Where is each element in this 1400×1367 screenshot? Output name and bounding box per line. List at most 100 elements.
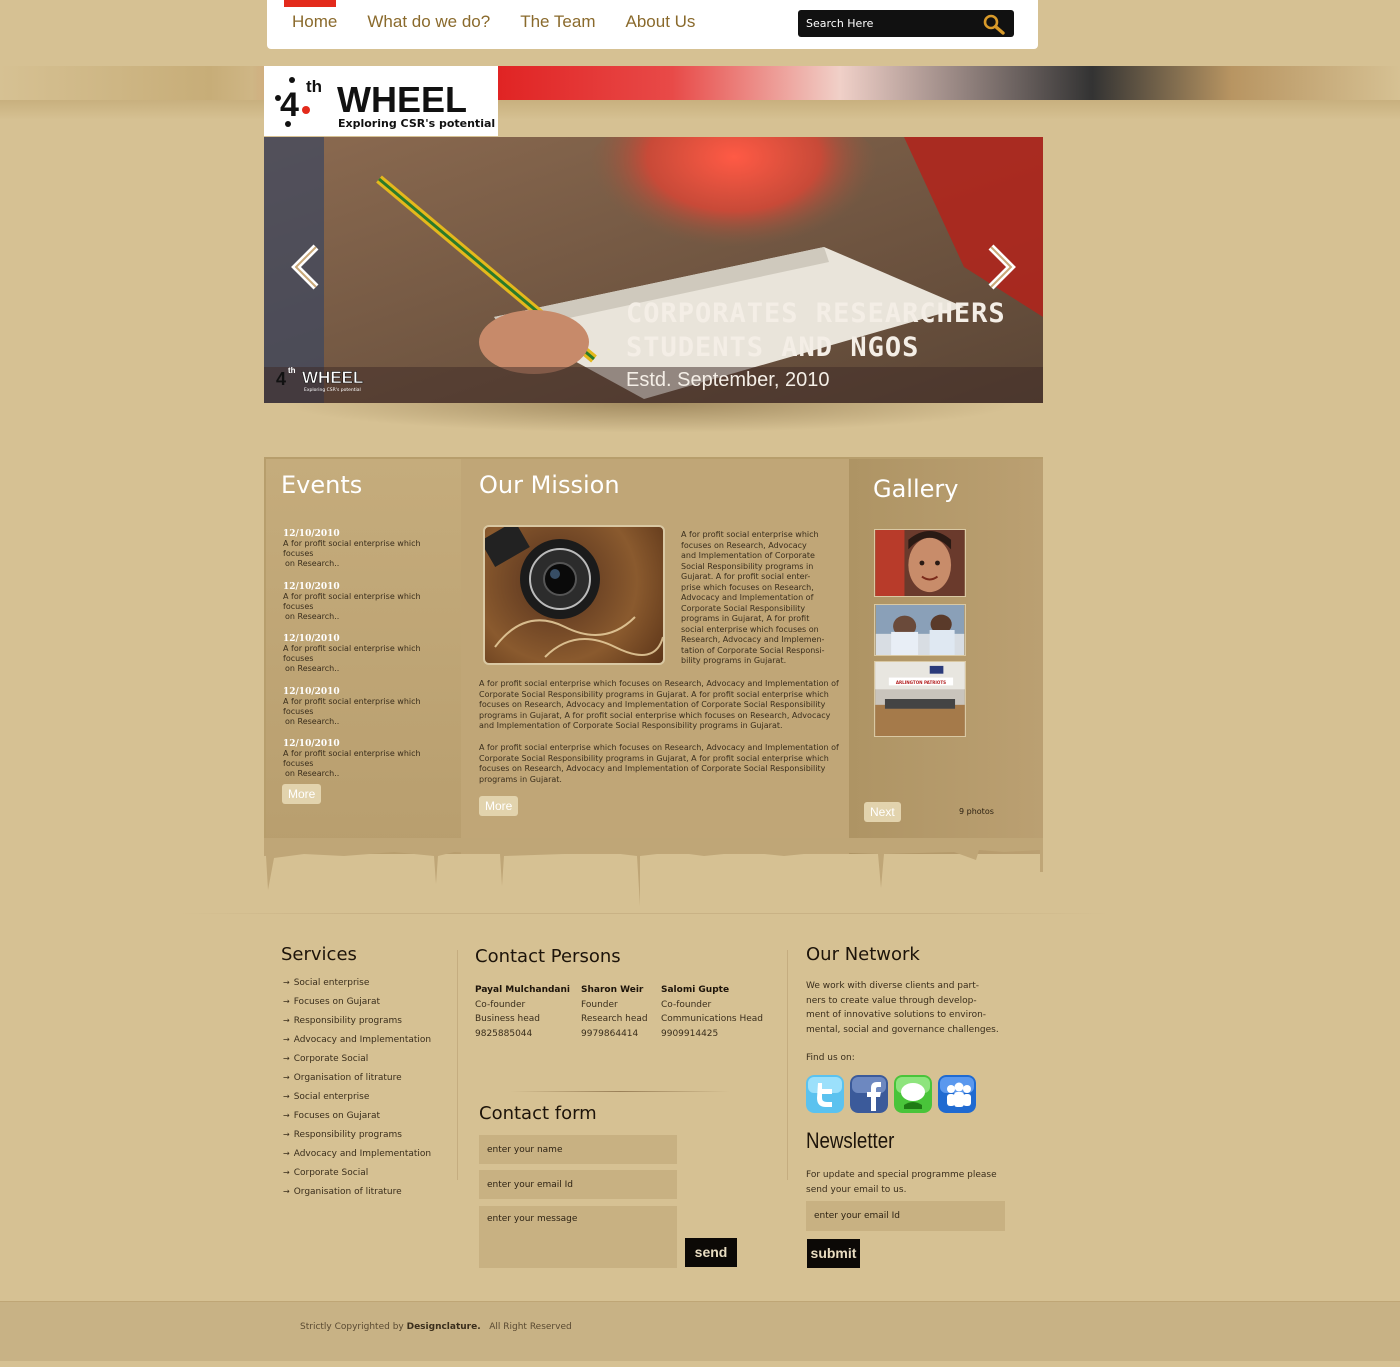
svg-text:Exploring CSR's potential: Exploring CSR's potential	[304, 387, 361, 393]
service-link[interactable]: Advocacy and Implementation	[283, 1035, 431, 1045]
service-link[interactable]: Corporate Social	[283, 1054, 369, 1064]
event-date: 12/10/2010	[283, 687, 340, 697]
service-link[interactable]: Organisation of litrature	[283, 1187, 402, 1197]
search-box	[798, 10, 1014, 37]
hero-subtitle: Estd. September, 2010	[626, 369, 830, 391]
header-band-shadow	[0, 100, 1400, 120]
mission-side-line: bility programs in Gujarat.	[681, 656, 787, 665]
mission-side-line: social enterprise which focuses on	[681, 624, 819, 634]
event-text: on Research..	[285, 769, 340, 778]
contact-person: Sharon Weir Founder Research head 997986…	[581, 983, 648, 1041]
main-nav: Home What do we do? The Team About Us	[292, 12, 695, 32]
newsletter-email-field[interactable]	[806, 1201, 1005, 1231]
contact-name: Sharon Weir	[581, 985, 644, 995]
chat-icon[interactable]	[894, 1075, 932, 1113]
service-link[interactable]: Social enterprise	[283, 978, 370, 988]
network-line: ners to create value through develop-	[806, 995, 977, 1006]
event-text: A for profit social enterprise which foc…	[283, 592, 421, 611]
event-item[interactable]: 12/10/2010 A for profit social enterpris…	[283, 582, 453, 622]
service-link[interactable]: Organisation of litrature	[283, 1073, 402, 1083]
logo-wordmark: WHEEL	[337, 79, 467, 120]
contact-email-field[interactable]	[479, 1170, 677, 1199]
myspace-icon[interactable]	[938, 1075, 976, 1113]
service-link[interactable]: Focuses on Gujarat	[283, 1111, 380, 1121]
mission-more-button[interactable]: More	[479, 796, 519, 816]
mission-paragraph-2: A for profit social enterprise which foc…	[479, 743, 839, 785]
service-link[interactable]: Advocacy and Implementation	[283, 1149, 431, 1159]
mission-line: focuses on Research, Advocacy and Implem…	[479, 700, 826, 709]
mission-line: programs in Gujarat.	[479, 774, 562, 784]
slider-prev-arrow[interactable]	[288, 243, 324, 291]
event-item[interactable]: 12/10/2010 A for profit social enterpris…	[283, 634, 453, 674]
search-input[interactable]	[798, 10, 968, 37]
service-link[interactable]: Corporate Social	[283, 1168, 369, 1178]
site-logo[interactable]: 4 th WHEEL Exploring CSR's potential	[264, 66, 498, 136]
contact-separator	[510, 1091, 730, 1092]
send-button[interactable]: send	[685, 1238, 737, 1267]
svg-text:4: 4	[276, 369, 286, 389]
service-link[interactable]: Responsibility programs	[283, 1130, 402, 1140]
mission-side-line: focuses on Research, Advocacy	[681, 540, 807, 550]
newsletter-submit-button[interactable]: submit	[807, 1239, 860, 1268]
hero-shadow	[280, 403, 1020, 433]
gallery-thumb-2[interactable]	[874, 604, 966, 656]
event-text: A for profit social enterprise which foc…	[283, 539, 421, 558]
network-heading: Our Network	[806, 944, 920, 965]
event-item[interactable]: 12/10/2010 A for profit social enterpris…	[283, 529, 453, 569]
mission-paragraph-1: A for profit social enterprise which foc…	[479, 679, 839, 732]
contact-name-field[interactable]	[479, 1135, 677, 1164]
nav-home[interactable]: Home	[292, 12, 337, 32]
mission-line: A for profit social enterprise which foc…	[479, 679, 839, 688]
mission-heading: Our Mission	[479, 471, 620, 499]
service-link[interactable]: Focuses on Gujarat	[283, 997, 380, 1007]
network-line: ment of innovative solutions to environ-	[806, 1010, 987, 1020]
event-date: 12/10/2010	[283, 739, 340, 749]
nav-about-us[interactable]: About Us	[626, 12, 696, 32]
events-column: Events 12/10/2010 A for profit social en…	[266, 459, 461, 854]
contact-title: Business head	[475, 1014, 541, 1024]
hero-title-line-2: STUDENTS AND NGOS	[626, 332, 920, 363]
top-navigation-bar: Home What do we do? The Team About Us	[267, 0, 1038, 49]
mission-line: Corporate Social Responsibility programs…	[479, 689, 829, 699]
logo-mark: 4 th WHEEL Exploring CSR's potential	[275, 77, 495, 130]
event-date: 12/10/2010	[283, 634, 340, 644]
service-link[interactable]: Responsibility programs	[283, 1016, 402, 1026]
contact-role: Co-founder	[661, 999, 712, 1010]
gallery-next-button[interactable]: Next	[864, 802, 901, 822]
nav-what-we-do[interactable]: What do we do?	[367, 12, 490, 32]
footer-prefix: Strictly Copyrighted by	[300, 1322, 404, 1332]
contact-form-heading: Contact form	[479, 1103, 597, 1124]
hero-slider[interactable]: CORPORATES RESEARCHERS STUDENTS AND NGOS…	[264, 137, 1043, 403]
mission-side-line: programs in Gujarat, A for profit	[681, 614, 810, 623]
newsletter-heading: Newsletter	[806, 1128, 895, 1153]
service-link[interactable]: Social enterprise	[283, 1092, 370, 1102]
event-item[interactable]: 12/10/2010 A for profit social enterpris…	[283, 739, 453, 779]
gallery-thumb-1[interactable]	[874, 529, 966, 597]
network-description: We work with diverse clients and part- n…	[806, 979, 999, 1037]
header-color-band	[0, 66, 1400, 102]
twitter-icon[interactable]	[806, 1075, 844, 1113]
mission-side-line: Corporate Social Responsibility	[681, 603, 806, 613]
mission-camera-image	[480, 521, 665, 665]
event-item[interactable]: 12/10/2010 A for profit social enterpris…	[283, 687, 453, 727]
event-text: A for profit social enterprise which foc…	[283, 697, 421, 716]
network-line: We work with diverse clients and part-	[806, 981, 979, 991]
nav-the-team[interactable]: The Team	[520, 12, 595, 32]
newsletter-line: For update and special programme please	[806, 1170, 997, 1180]
contact-title: Research head	[581, 1014, 648, 1024]
contact-phone: 9979864414	[581, 1028, 639, 1039]
contact-title: Communications Head	[661, 1014, 764, 1024]
contact-role: Co-founder	[475, 999, 526, 1010]
slider-next-arrow[interactable]	[983, 243, 1019, 291]
events-more-button[interactable]: More	[282, 784, 322, 804]
gallery-thumb-3[interactable]: ARLINGTON PATRIOTS	[874, 661, 966, 737]
facebook-icon[interactable]	[850, 1075, 888, 1113]
search-icon[interactable]	[982, 13, 1006, 35]
mission-side-line: and Implementation of Corporate	[681, 551, 815, 560]
contact-phone: 9909914425	[661, 1028, 719, 1039]
contact-phone: 9825885044	[475, 1028, 533, 1039]
contact-message-field[interactable]	[479, 1206, 677, 1268]
footer-company-link[interactable]: Designclature.	[407, 1322, 481, 1332]
content-panel: Events 12/10/2010 A for profit social en…	[264, 457, 1043, 854]
contact-persons-heading: Contact Persons	[475, 946, 621, 967]
